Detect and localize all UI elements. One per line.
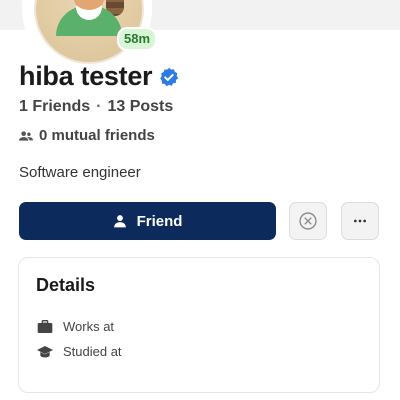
studied-at-label: Studied at (63, 344, 122, 359)
friend-button[interactable]: Friend (19, 202, 276, 240)
people-icon (19, 130, 33, 141)
posts-count[interactable]: 13 Posts (107, 98, 173, 115)
works-at-label: Works at (63, 319, 115, 334)
detail-row-work: Works at (37, 319, 114, 334)
briefcase-icon (37, 319, 53, 333)
reject-button[interactable] (289, 202, 327, 240)
friend-button-label: Friend (136, 212, 183, 230)
name-row: hiba tester (19, 61, 179, 92)
verified-badge-icon (160, 67, 179, 86)
mutual-friends-label: 0 mutual friends (39, 127, 155, 144)
mutual-friends[interactable]: 0 mutual friends (19, 127, 155, 144)
graduation-cap-icon (37, 345, 53, 357)
friends-count[interactable]: 1 Friends (19, 98, 90, 115)
ellipsis-icon (354, 219, 366, 223)
person-icon (113, 215, 126, 228)
profile-card: 58m hiba tester 1 Friends · 13 Posts 0 mut… (0, 0, 400, 400)
details-card: Details Works at Studied at (18, 257, 380, 393)
profile-bio: Software engineer (19, 164, 141, 181)
last-active-badge: 58m (117, 27, 158, 51)
profile-name: hiba tester (19, 61, 153, 91)
stats-separator: · (96, 98, 102, 115)
details-title: Details (36, 275, 96, 295)
circle-x-icon (299, 212, 317, 230)
detail-row-education: Studied at (37, 344, 122, 359)
more-options-button[interactable] (341, 202, 379, 240)
profile-stats: 1 Friends · 13 Posts (19, 98, 173, 116)
